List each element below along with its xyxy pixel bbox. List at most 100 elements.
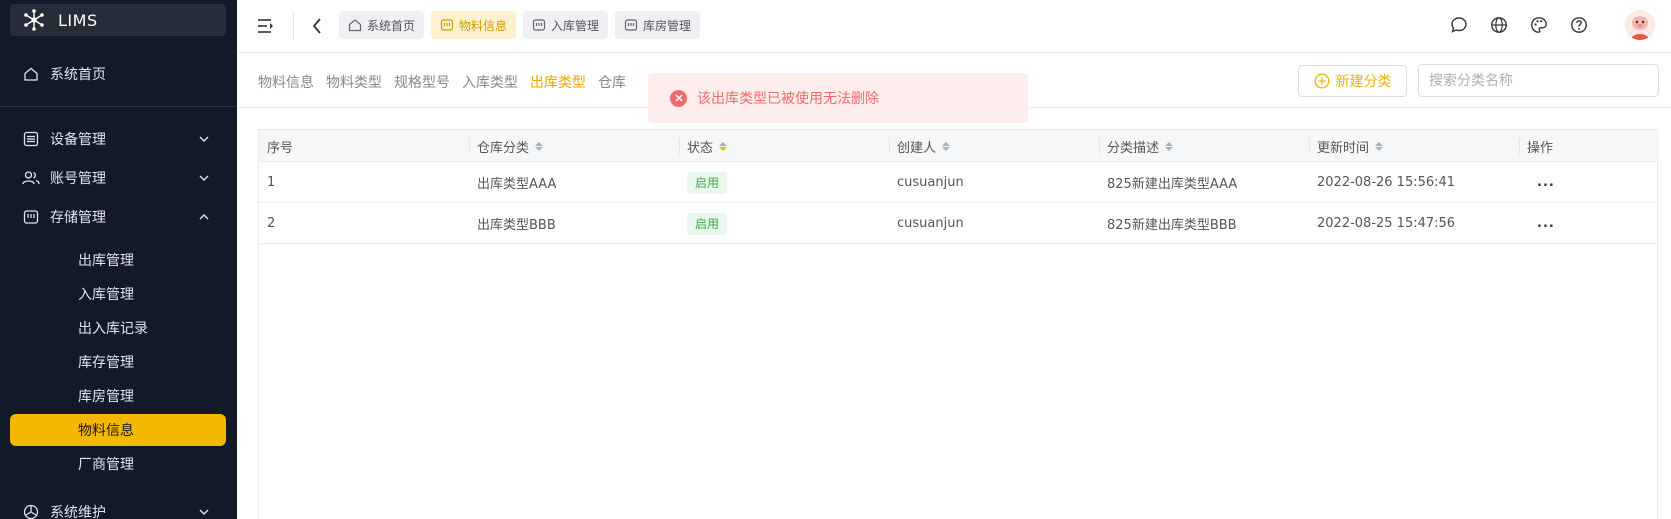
col-index: 序号 [259, 130, 469, 162]
tab-label: 物料信息 [459, 18, 508, 33]
error-close-icon [670, 89, 687, 107]
sidebar-subitem-warehouse[interactable]: 库房管理 [10, 380, 226, 412]
warehouse-icon [624, 18, 638, 32]
sidebar-divider [0, 106, 237, 107]
more-actions-button[interactable]: ... [1529, 203, 1555, 244]
sidebar-item-label: 存储管理 [50, 210, 106, 226]
app-name: LIMS [58, 10, 98, 30]
material-icon [440, 18, 454, 32]
new-category-label: 新建分类 [1335, 74, 1392, 90]
sidebar-subitem-records[interactable]: 出入库记录 [10, 312, 226, 344]
cell-status: 启用 [679, 203, 728, 244]
col-label: 操作 [1527, 140, 1554, 156]
subtab-outbound-type[interactable]: 出库类型 [530, 72, 586, 92]
search-input[interactable] [1418, 64, 1659, 97]
col-label: 分类描述 [1107, 140, 1160, 156]
cell-index: 2 [267, 216, 276, 231]
message-icon[interactable] [1449, 15, 1469, 35]
maintenance-icon [22, 503, 40, 519]
tab-label: 入库管理 [551, 18, 600, 33]
status-badge: 启用 [687, 212, 728, 235]
cell-description: 825新建出库类型BBB [1107, 218, 1237, 233]
sidebar-item-storage[interactable]: 存储管理 [10, 200, 226, 234]
sidebar-subitem-material[interactable]: 物料信息 [10, 414, 226, 446]
sidebar: LIMS 系统首页 设备管理 账号管理 存储管理 出库管理 入库管理 出入库记录… [0, 0, 237, 519]
plus-circle-icon [1314, 73, 1329, 89]
storage-icon [22, 208, 40, 226]
tab-warehouse[interactable]: 库房管理 [615, 11, 701, 39]
cell-index: 1 [267, 175, 276, 190]
sidebar-item-label: 账号管理 [50, 171, 106, 187]
home-icon [22, 65, 40, 83]
sidebar-item-label: 设备管理 [50, 132, 106, 148]
col-status[interactable]: 状态 [679, 130, 889, 162]
top-bar: 系统首页 物料信息 入库管理 库房管理 [237, 0, 1671, 53]
subtab-material-type[interactable]: 物料类型 [326, 72, 382, 92]
col-creator[interactable]: 创建人 [889, 130, 1099, 162]
sidebar-item-maintenance[interactable]: 系统维护 [10, 495, 226, 519]
sort-icon[interactable] [942, 141, 951, 151]
subtab-warehouse[interactable]: 仓库 [598, 72, 626, 92]
help-icon[interactable] [1569, 15, 1589, 35]
col-label: 状态 [687, 140, 714, 156]
status-badge: 启用 [687, 171, 728, 194]
sidebar-subitem-inbound[interactable]: 入库管理 [10, 278, 226, 310]
subtab-material-info[interactable]: 物料信息 [258, 72, 314, 92]
users-icon [22, 169, 40, 187]
sidebar-subitem-inventory[interactable]: 库存管理 [10, 346, 226, 378]
cell-creator: cusuanjun [897, 175, 964, 190]
sidebar-subitem-outbound[interactable]: 出库管理 [10, 244, 226, 276]
sidebar-item-home[interactable]: 系统首页 [10, 57, 226, 91]
device-icon [22, 130, 40, 148]
user-avatar[interactable] [1625, 10, 1655, 40]
new-category-button[interactable]: 新建分类 [1298, 65, 1407, 97]
sidebar-item-label: 系统维护 [50, 505, 106, 519]
table-row[interactable]: 2 出库类型BBB 启用 cusuanjun 825新建出库类型BBB 2022… [259, 203, 1657, 244]
tab-label: 库房管理 [643, 18, 692, 33]
chevron-down-icon [199, 509, 209, 515]
sidebar-subitem-vendor[interactable]: 厂商管理 [10, 448, 226, 480]
col-label: 序号 [267, 140, 294, 156]
cell-description: 825新建出库类型AAA [1107, 177, 1238, 192]
subtab-inbound-type[interactable]: 入库类型 [462, 72, 518, 92]
tab-inbound[interactable]: 入库管理 [523, 11, 609, 39]
more-actions-button[interactable]: ... [1529, 162, 1555, 203]
col-label: 更新时间 [1317, 140, 1370, 156]
chevron-down-icon [199, 175, 209, 181]
sort-icon[interactable] [719, 141, 728, 151]
network-logo-icon [24, 9, 44, 31]
chevron-up-icon [199, 214, 209, 220]
home-icon [348, 18, 362, 32]
table-row[interactable]: 1 出库类型AAA 启用 cusuanjun 825新建出库类型AAA 2022… [259, 162, 1657, 203]
back-chevron-icon[interactable] [307, 16, 327, 36]
col-description[interactable]: 分类描述 [1099, 130, 1309, 162]
col-label: 仓库分类 [477, 140, 530, 156]
menu-fold-icon[interactable] [256, 16, 276, 36]
sidebar-item-devices[interactable]: 设备管理 [10, 122, 226, 156]
sidebar-item-accounts[interactable]: 账号管理 [10, 161, 226, 195]
inbound-icon [532, 18, 546, 32]
cell-updated: 2022-08-26 15:56:41 [1317, 175, 1456, 190]
col-category[interactable]: 仓库分类 [469, 130, 679, 162]
tab-material[interactable]: 物料信息 [431, 11, 517, 39]
col-updated[interactable]: 更新时间 [1309, 130, 1519, 162]
toast-message: 该出库类型已被使用无法删除 [697, 91, 879, 107]
cell-category: 出库类型AAA [477, 177, 557, 192]
cell-updated: 2022-08-25 15:47:56 [1317, 216, 1456, 231]
error-toast: 该出库类型已被使用无法删除 [648, 73, 1028, 123]
globe-icon[interactable] [1489, 15, 1509, 35]
cell-status: 启用 [679, 162, 728, 203]
tab-home[interactable]: 系统首页 [339, 11, 425, 39]
sort-icon[interactable] [1375, 141, 1384, 151]
sort-icon[interactable] [535, 141, 544, 151]
sidebar-item-label: 系统首页 [50, 67, 106, 83]
app-logo[interactable]: LIMS [10, 4, 226, 36]
subtab-spec-model[interactable]: 规格型号 [394, 72, 450, 92]
sort-icon[interactable] [1165, 141, 1174, 151]
table-header: 序号 仓库分类 状态 创建人 分类描述 更新时间 操作 [259, 130, 1657, 162]
cell-creator: cusuanjun [897, 216, 964, 231]
col-label: 创建人 [897, 140, 937, 156]
category-table: 序号 仓库分类 状态 创建人 分类描述 更新时间 操作 1 出库类型AAA 启用… [258, 129, 1658, 519]
tab-label: 系统首页 [367, 18, 416, 33]
palette-icon[interactable] [1529, 15, 1549, 35]
